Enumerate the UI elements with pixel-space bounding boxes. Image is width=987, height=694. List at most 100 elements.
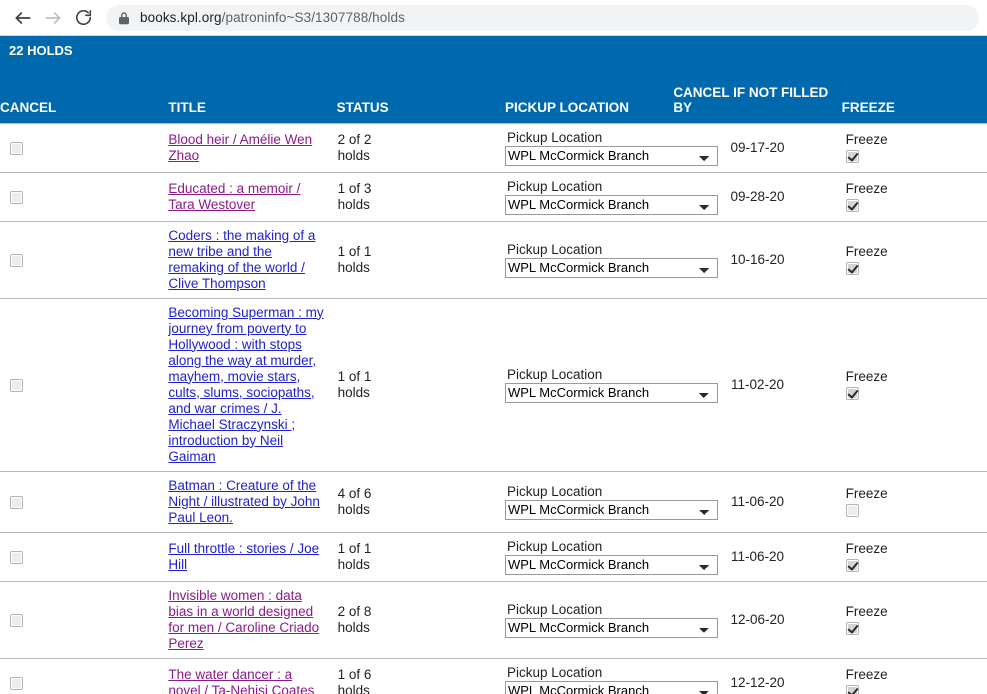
- status-count: 1 of 1: [338, 541, 505, 557]
- table-row: The water dancer : a novel / Ta-Nehisi C…: [0, 658, 987, 694]
- freeze-cell: Freeze: [842, 298, 987, 471]
- title-cell: Educated : a memoir / Tara Westover: [168, 172, 336, 221]
- status-count: 1 of 3: [338, 181, 505, 197]
- column-header-pickup: PICKUP LOCATION: [505, 61, 673, 123]
- freeze-label: Freeze: [846, 181, 987, 197]
- holds-table-body: Blood heir / Amélie Wen Zhao2 of 2holdsP…: [0, 123, 987, 694]
- pickup-location-cell: Pickup LocationWPL McCormick Branch: [505, 298, 673, 471]
- table-row: Educated : a memoir / Tara Westover 1 of …: [0, 172, 987, 221]
- freeze-cell: Freeze: [842, 471, 987, 532]
- page-viewport: 22 HOLDS CANCEL TITLE STATUS PICKUP LOCA…: [0, 36, 987, 694]
- freeze-label: Freeze: [846, 369, 987, 385]
- holds-heading-row: 22 HOLDS: [0, 36, 987, 61]
- title-link[interactable]: Blood heir / Amélie Wen Zhao: [168, 132, 312, 163]
- table-row: Full throttle : stories / Joe Hill 1 of 1…: [0, 532, 987, 581]
- pickup-location-cell: Pickup LocationWPL McCormick Branch: [505, 581, 673, 658]
- table-row: Blood heir / Amélie Wen Zhao 2 of 2holdsP…: [0, 123, 987, 172]
- freeze-checkbox[interactable]: [846, 387, 859, 400]
- title-link[interactable]: Batman : Creature of the Night / illustr…: [168, 478, 320, 525]
- freeze-checkbox[interactable]: [846, 685, 859, 694]
- address-bar[interactable]: books.kpl.org/patroninfo~S3/1307788/hold…: [106, 5, 979, 31]
- status-word: holds: [338, 502, 505, 518]
- pickup-location-cell: Pickup LocationWPL McCormick Branch: [505, 221, 673, 298]
- freeze-label: Freeze: [846, 667, 987, 683]
- holds-table-header: 22 HOLDS CANCEL TITLE STATUS PICKUP LOCA…: [0, 36, 987, 123]
- status-cell: 1 of 1holds: [337, 298, 505, 471]
- cancel-hold-checkbox[interactable]: [10, 551, 23, 564]
- status-count: 1 of 6: [338, 667, 505, 683]
- freeze-label: Freeze: [846, 244, 987, 260]
- status-count: 2 of 8: [338, 604, 505, 620]
- cancel-hold-checkbox[interactable]: [10, 142, 23, 155]
- pickup-location-cell: Pickup LocationWPL McCormick Branch: [505, 532, 673, 581]
- cancel-cell: [0, 123, 168, 172]
- cancel-hold-checkbox[interactable]: [10, 191, 23, 204]
- cancel-hold-checkbox[interactable]: [10, 379, 23, 392]
- url-host: books.kpl.org: [140, 10, 222, 25]
- cancel-hold-checkbox[interactable]: [10, 614, 23, 627]
- pickup-location-label: Pickup Location: [505, 484, 673, 499]
- pickup-location-select[interactable]: WPL McCormick Branch: [505, 500, 718, 520]
- status-cell: 1 of 6holds: [337, 658, 505, 694]
- freeze-checkbox[interactable]: [846, 504, 859, 517]
- pickup-location-select[interactable]: WPL McCormick Branch: [505, 195, 718, 215]
- title-link[interactable]: Educated : a memoir / Tara Westover: [168, 181, 300, 212]
- reload-icon[interactable]: [68, 3, 98, 33]
- url-text: books.kpl.org/patroninfo~S3/1307788/hold…: [140, 10, 405, 25]
- status-cell: 1 of 1holds: [337, 221, 505, 298]
- cancel-cell: [0, 532, 168, 581]
- pickup-location-label: Pickup Location: [505, 179, 673, 194]
- freeze-checkbox[interactable]: [846, 262, 859, 275]
- pickup-location-cell: Pickup LocationWPL McCormick Branch: [505, 658, 673, 694]
- status-word: holds: [338, 385, 505, 401]
- pickup-location-select[interactable]: WPL McCormick Branch: [505, 146, 718, 166]
- pickup-location-cell: Pickup LocationWPL McCormick Branch: [505, 471, 673, 532]
- status-word: holds: [338, 148, 505, 164]
- freeze-cell: Freeze: [842, 172, 987, 221]
- pickup-location-select[interactable]: WPL McCormick Branch: [505, 681, 718, 694]
- cancel-hold-checkbox[interactable]: [10, 496, 23, 509]
- column-header-cancel-by: CANCEL IF NOT FILLED BY: [673, 61, 841, 123]
- freeze-checkbox[interactable]: [846, 199, 859, 212]
- title-link[interactable]: Becoming Superman : my journey from pove…: [168, 305, 323, 464]
- pickup-location-select[interactable]: WPL McCormick Branch: [505, 618, 718, 638]
- pickup-location-label: Pickup Location: [505, 130, 673, 145]
- page-title: 22 HOLDS: [0, 36, 987, 61]
- back-arrow-icon[interactable]: [8, 3, 38, 33]
- status-count: 2 of 2: [338, 132, 505, 148]
- pickup-location-label: Pickup Location: [505, 367, 673, 382]
- freeze-cell: Freeze: [842, 532, 987, 581]
- title-link[interactable]: Invisible women : data bias in a world d…: [168, 588, 319, 651]
- status-word: holds: [338, 683, 505, 694]
- cancel-hold-checkbox[interactable]: [10, 677, 23, 690]
- title-link[interactable]: Coders : the making of a new tribe and t…: [168, 228, 315, 291]
- lock-icon: [118, 11, 130, 25]
- status-count: 1 of 1: [338, 369, 505, 385]
- table-row: Batman : Creature of the Night / illustr…: [0, 471, 987, 532]
- pickup-location-select[interactable]: WPL McCormick Branch: [505, 555, 718, 575]
- status-count: 1 of 1: [338, 244, 505, 260]
- pickup-location-select[interactable]: WPL McCormick Branch: [505, 258, 718, 278]
- table-row: Coders : the making of a new tribe and t…: [0, 221, 987, 298]
- status-cell: 4 of 6holds: [337, 471, 505, 532]
- cancel-cell: [0, 581, 168, 658]
- title-link[interactable]: Full throttle : stories / Joe Hill: [168, 541, 319, 572]
- freeze-checkbox[interactable]: [846, 559, 859, 572]
- title-link[interactable]: The water dancer : a novel / Ta-Nehisi C…: [168, 667, 314, 694]
- freeze-cell: Freeze: [842, 221, 987, 298]
- freeze-checkbox[interactable]: [846, 150, 859, 163]
- column-header-freeze: FREEZE: [842, 61, 987, 123]
- column-header-cancel: CANCEL: [0, 61, 168, 123]
- freeze-checkbox[interactable]: [846, 622, 859, 635]
- pickup-location-cell: Pickup LocationWPL McCormick Branch: [505, 172, 673, 221]
- title-cell: Coders : the making of a new tribe and t…: [168, 221, 336, 298]
- cancel-hold-checkbox[interactable]: [10, 254, 23, 267]
- column-header-row: CANCEL TITLE STATUS PICKUP LOCATION CANC…: [0, 61, 987, 123]
- title-cell: Invisible women : data bias in a world d…: [168, 581, 336, 658]
- status-cell: 2 of 2holds: [337, 123, 505, 172]
- url-path: /patroninfo~S3/1307788/holds: [222, 10, 405, 25]
- status-cell: 2 of 8holds: [337, 581, 505, 658]
- freeze-cell: Freeze: [842, 581, 987, 658]
- pickup-location-label: Pickup Location: [505, 242, 673, 257]
- pickup-location-select[interactable]: WPL McCormick Branch: [505, 383, 718, 403]
